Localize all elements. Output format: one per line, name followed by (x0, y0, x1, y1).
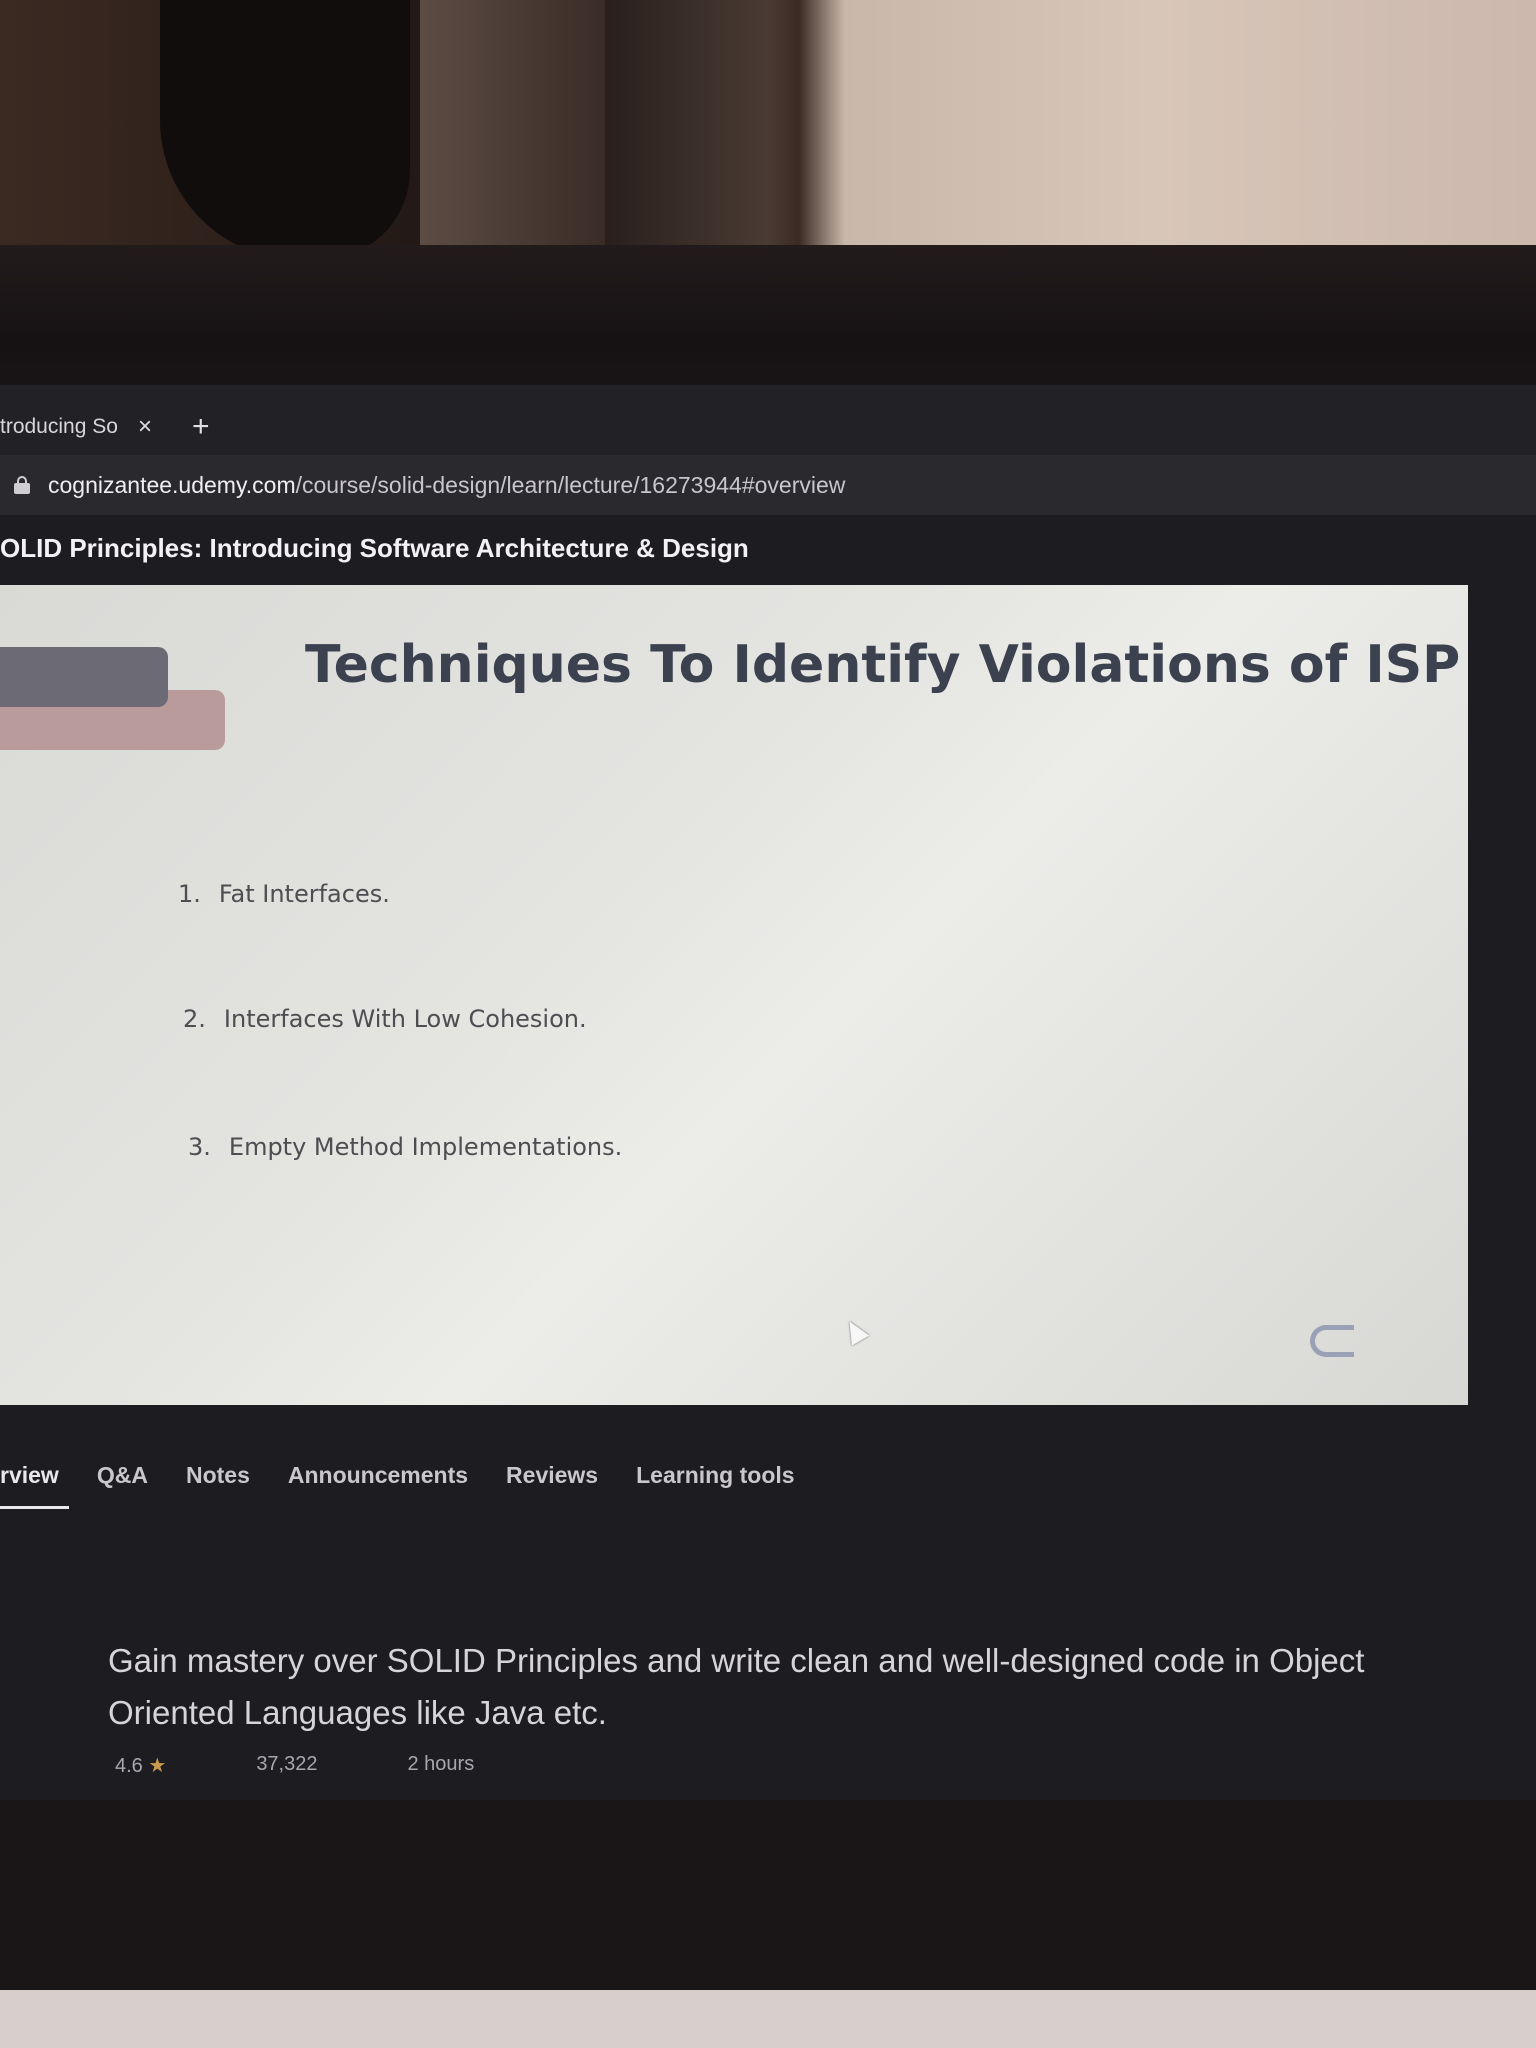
course-description: Gain mastery over SOLID Principles and w… (108, 1642, 1365, 1731)
background-room (0, 0, 1536, 280)
laptop-screen: troducing So × + cognizantee.udemy.com/c… (0, 385, 1536, 1805)
desk-surface (0, 1990, 1536, 2048)
browser-tab-bar: troducing So × + (0, 385, 1536, 455)
slide-item-text: Empty Method Implementations. (228, 1133, 623, 1161)
course-stats: 4.6 ★ 37,322 2 hours (115, 1753, 474, 1778)
course-duration: 2 hours (407, 1753, 475, 1775)
tab-overview[interactable]: rview (0, 1462, 69, 1509)
tab-learning-tools[interactable]: Learning tools (636, 1462, 794, 1489)
close-icon[interactable]: × (138, 413, 152, 441)
background-object (160, 0, 410, 260)
slide-item-text: Fat Interfaces. (218, 880, 390, 908)
rating-value: 4.6 (115, 1755, 143, 1777)
lecture-slide[interactable]: Techniques To Identify Violations of ISP… (0, 585, 1468, 1405)
lock-icon (14, 476, 30, 494)
address-bar[interactable]: cognizantee.udemy.com/course/solid-desig… (0, 455, 1536, 515)
students-count: 37,322 (256, 1753, 318, 1775)
slide-list-item: 1. Fat Interfaces. (178, 880, 390, 908)
url-host: cognizantee.udemy.com (48, 471, 296, 498)
slide-item-number: 1. (178, 880, 201, 908)
tab-announcements[interactable]: Announcements (288, 1462, 468, 1489)
slide-item-text: Interfaces With Low Cohesion. (223, 1005, 587, 1033)
tab-notes[interactable]: Notes (186, 1462, 250, 1489)
url-text[interactable]: cognizantee.udemy.com/course/solid-desig… (48, 472, 845, 499)
slide-decoration-dark (0, 647, 168, 707)
laptop-bezel (0, 245, 1536, 566)
new-tab-icon[interactable]: + (192, 410, 210, 444)
star-icon: ★ (148, 1755, 167, 1777)
course-title: OLID Principles: Introducing Software Ar… (0, 533, 749, 563)
slide-list-item: 3. Empty Method Implementations. (188, 1133, 622, 1161)
mouse-cursor-icon (840, 1316, 870, 1346)
tab-qa[interactable]: Q&A (97, 1462, 148, 1489)
tab-reviews[interactable]: Reviews (506, 1462, 598, 1489)
slide-list-item: 2. Interfaces With Low Cohesion. (183, 1005, 587, 1033)
url-path: /course/solid-design/learn/lecture/16273… (295, 471, 846, 498)
browser-tab[interactable]: troducing So × + (0, 407, 210, 447)
course-logo-icon (1310, 1325, 1354, 1357)
lecture-tab-bar: rview Q&A Notes Announcements Reviews Le… (0, 1445, 1536, 1509)
slide-item-number: 3. (188, 1133, 211, 1161)
laptop-lower-bezel (0, 1800, 1536, 2000)
slide-item-number: 2. (183, 1005, 206, 1033)
background-door (420, 0, 605, 280)
browser-tab-title: troducing So (0, 415, 118, 438)
rating-stat: 4.6 ★ (115, 1753, 166, 1778)
slide-title: Techniques To Identify Violations of ISP (305, 635, 1461, 695)
